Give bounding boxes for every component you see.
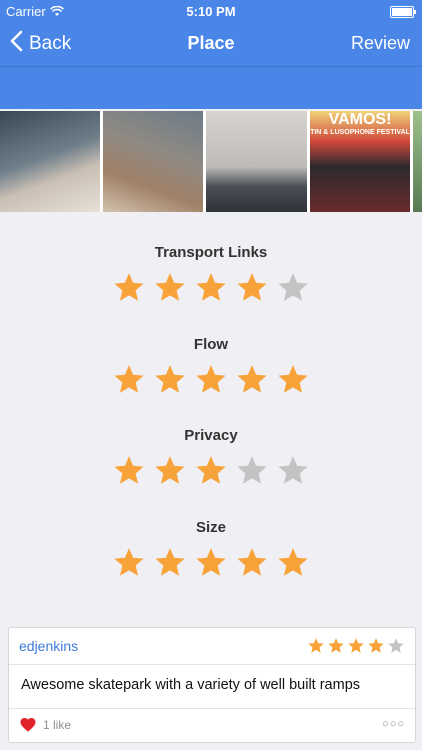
star-icon[interactable] — [153, 546, 187, 580]
battery-icon — [390, 6, 416, 18]
rating-label: Size — [195, 519, 226, 536]
review-footer: 1 like ○○○ — [9, 708, 415, 742]
review-text: Awesome skatepark with a variety of well… — [21, 677, 361, 693]
rating-label: Privacy — [184, 427, 238, 444]
star-icon[interactable] — [235, 546, 269, 580]
poster-headline: VAMOS! — [328, 111, 392, 128]
star-rating[interactable] — [0, 546, 422, 580]
star-icon[interactable] — [194, 271, 228, 305]
rating-label: Flow — [193, 336, 229, 353]
star-icon[interactable] — [153, 271, 187, 305]
star-rating[interactable] — [0, 454, 422, 488]
status-bar: Carrier 5:10 PM — [0, 0, 422, 22]
review-button[interactable]: Review — [351, 33, 410, 54]
photo-thumbnail[interactable]: VAMOS! TIN & LUSOPHONE FESTIVAL — [310, 111, 410, 212]
photo-thumbnail[interactable] — [413, 111, 422, 212]
star-icon[interactable] — [153, 454, 187, 488]
rating-transport-links: Transport Links — [0, 244, 422, 305]
clock: 5:10 PM — [186, 4, 236, 19]
poster-subtitle: TIN & LUSOPHONE FESTIVAL — [310, 129, 410, 136]
star-icon[interactable] — [153, 363, 187, 397]
review-header: edjenkins — [9, 628, 415, 665]
star-icon[interactable] — [112, 363, 146, 397]
star-icon[interactable] — [194, 363, 228, 397]
star-icon[interactable] — [112, 546, 146, 580]
photo-thumbnail[interactable] — [103, 111, 203, 212]
nav-divider — [0, 66, 422, 67]
star-icon — [327, 637, 345, 655]
star-icon[interactable] — [235, 363, 269, 397]
star-icon[interactable] — [194, 454, 228, 488]
rating-privacy: Privacy — [0, 427, 422, 488]
heart-icon[interactable] — [19, 716, 37, 734]
star-rating[interactable] — [0, 363, 422, 397]
navigation-bar: Carrier 5:10 PM Back Place Review — [0, 0, 422, 109]
star-icon[interactable] — [276, 546, 310, 580]
star-icon[interactable] — [276, 454, 310, 488]
more-options-icon[interactable]: ○○○ — [382, 718, 405, 730]
star-icon[interactable] — [235, 271, 269, 305]
star-icon[interactable] — [112, 454, 146, 488]
like-count: 1 like — [43, 718, 72, 732]
review-star-rating — [307, 637, 405, 655]
star-icon — [367, 637, 385, 655]
star-icon — [387, 637, 405, 655]
rating-label: Transport Links — [154, 244, 268, 261]
star-icon[interactable] — [235, 454, 269, 488]
star-icon — [347, 637, 365, 655]
rating-flow: Flow — [0, 336, 422, 397]
review-card: edjenkins Awesome skatepark with a varie… — [8, 627, 416, 743]
rating-size: Size — [0, 519, 422, 580]
review-username[interactable]: edjenkins — [19, 638, 78, 654]
star-icon[interactable] — [276, 363, 310, 397]
star-rating[interactable] — [0, 271, 422, 305]
photo-thumbnail[interactable] — [0, 111, 100, 212]
photo-thumbnail[interactable] — [206, 111, 307, 212]
star-icon[interactable] — [194, 546, 228, 580]
photo-strip[interactable]: VAMOS! TIN & LUSOPHONE FESTIVAL — [0, 111, 422, 212]
star-icon[interactable] — [112, 271, 146, 305]
star-icon — [307, 637, 325, 655]
star-icon[interactable] — [276, 271, 310, 305]
